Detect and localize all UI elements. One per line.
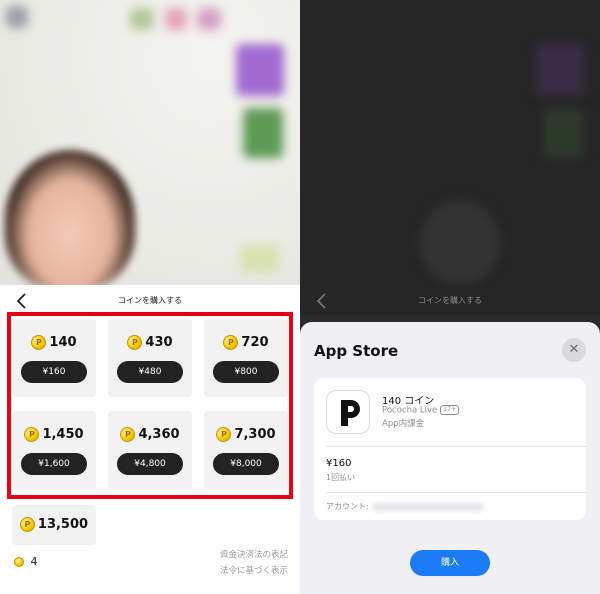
app-store-sheet: App Store ✕ 140 コイン Pococha Live 17+ App内… (300, 322, 600, 594)
age-rating-badge: 17+ (440, 405, 459, 415)
live-video-dimmed (300, 0, 600, 285)
close-icon: ✕ (568, 342, 580, 357)
account-row: アカウント: (326, 501, 483, 512)
price-button[interactable]: ¥1,600 (21, 453, 87, 475)
coin-purchase-sheet: コインを購入する P 140 ¥160 P 430 ¥480 P 720 ¥800 P… (0, 285, 300, 594)
account-redacted (372, 502, 483, 511)
divider (326, 492, 586, 493)
coin-package[interactable]: P 13,500 (12, 505, 96, 545)
coin-amount: 13,500 (37, 517, 89, 532)
coin-amount: 140 (49, 335, 77, 350)
price-button[interactable]: ¥8,000 (213, 453, 279, 475)
purchase-details-card: 140 コイン Pococha Live 17+ App内課金 ¥160 1回払い… (314, 378, 586, 520)
coin-package[interactable]: P 140 ¥160 (12, 319, 96, 397)
coin-balance: 4 (14, 555, 38, 568)
purchase-type: App内課金 (382, 419, 425, 429)
coin-icon: P (223, 335, 239, 350)
price-button[interactable]: ¥160 (21, 361, 87, 383)
coin-icon: P (31, 335, 47, 350)
app-name-line: Pococha Live 17+ (382, 405, 459, 416)
coin-package[interactable]: P 4,360 ¥4,800 (108, 411, 192, 489)
page-title: コインを購入する (118, 296, 182, 305)
coin-icon: P (216, 427, 232, 442)
payment-act-link[interactable]: 資金決済法の表記 (220, 547, 288, 563)
streamer-face (5, 150, 135, 285)
coin-amount: 1,450 (42, 427, 84, 442)
left-screen: コインを購入する P 140 ¥160 P 430 ¥480 P 720 ¥800 P… (0, 0, 300, 594)
app-icon (326, 390, 370, 434)
coin-icon (14, 557, 24, 567)
app-store-title: App Store (314, 342, 399, 360)
buy-button[interactable]: 購入 (410, 550, 490, 576)
price-note: 1回払い (326, 473, 356, 482)
price-value: ¥160 (326, 458, 352, 469)
coin-package[interactable]: P 1,450 ¥1,600 (12, 411, 96, 489)
sheet-header-dimmed: コインを購入する (300, 285, 600, 315)
divider (326, 446, 586, 447)
pococha-logo-icon (341, 400, 360, 426)
coin-package[interactable]: P 720 ¥800 (204, 319, 288, 397)
balance-value: 4 (30, 555, 38, 568)
page-title: コインを購入する (418, 296, 482, 305)
coin-icon: P (24, 427, 40, 442)
coin-amount: 430 (145, 335, 173, 350)
coin-icon: P (127, 335, 143, 350)
app-name: Pococha Live (382, 405, 438, 416)
price-button[interactable]: ¥800 (213, 361, 279, 383)
coin-icon: P (120, 427, 136, 442)
right-screen: コインを購入する App Store ✕ 140 コイン Pococha Liv… (300, 0, 600, 594)
coin-package[interactable]: P 7,300 ¥8,000 (204, 411, 288, 489)
account-label: アカウント: (326, 502, 369, 511)
price-button[interactable]: ¥480 (117, 361, 183, 383)
coin-package[interactable]: P 430 ¥480 (108, 319, 192, 397)
coin-amount: 720 (241, 335, 269, 350)
coin-amount: 4,360 (138, 427, 180, 442)
coin-icon: P (19, 517, 35, 532)
live-video-blurred (0, 0, 300, 285)
price-button[interactable]: ¥4,800 (117, 453, 183, 475)
sheet-header: コインを購入する (0, 285, 300, 315)
legal-notice-link[interactable]: 法令に基づく表示 (220, 563, 288, 579)
close-button[interactable]: ✕ (562, 338, 586, 362)
legal-links: 資金決済法の表記 法令に基づく表示 (220, 547, 288, 579)
coin-amount: 7,300 (234, 427, 276, 442)
